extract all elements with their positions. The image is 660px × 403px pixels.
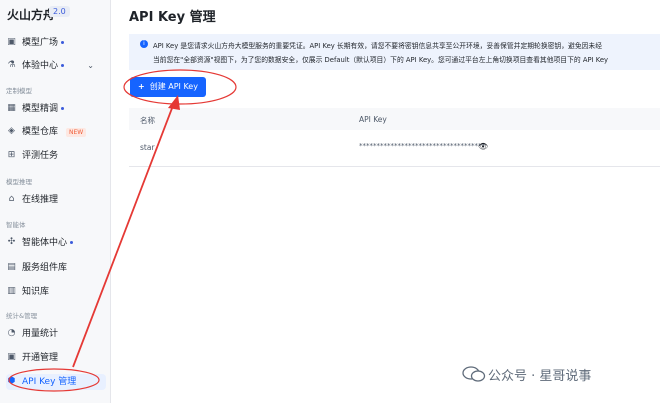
usage-icon: ◔	[7, 328, 16, 338]
eye-icon[interactable]: 👁	[478, 142, 488, 151]
sidebar-item-label: API Key 管理	[22, 377, 77, 387]
section-label: 模型推理	[6, 178, 32, 186]
tune-icon: ▦	[7, 103, 16, 113]
sidebar-item-knowledge[interactable]: ▥ 知识库	[6, 284, 106, 300]
sidebar-item-agent-center[interactable]: ✣ 智能体中心	[6, 235, 106, 251]
cell-api-key-masked: ************************************	[359, 142, 485, 150]
page-title: API Key 管理	[129, 10, 216, 25]
new-badge: NEW	[66, 128, 87, 137]
section-label: 统计&管理	[6, 312, 38, 320]
sidebar-item-online-inference[interactable]: ⌂ 在线推理	[6, 192, 106, 208]
table-row: star ***********************************…	[129, 130, 660, 167]
evaluate-icon: ⊞	[7, 150, 16, 160]
sidebar: 火山方舟 2.0 ▣ 模型广场 ⚗ 体验中心 ⌄ 定制模型 ▦ 模型精调 ◈ 模…	[0, 0, 111, 403]
cube-icon: ▣	[7, 37, 16, 47]
agent-icon: ✣	[7, 237, 16, 247]
notice-text-line1: API Key 是您请求火山方舟大模型服务的重要凭证。API Key 长期有效，…	[153, 42, 603, 50]
brand-name[interactable]: 火山方舟	[7, 6, 55, 23]
knowledge-icon: ▥	[7, 286, 16, 296]
sidebar-item-label: 模型广场	[22, 38, 59, 48]
sidebar-item-label: 模型仓库	[22, 127, 59, 137]
activation-icon: ▣	[7, 352, 16, 362]
key-icon: ⬢	[7, 376, 16, 386]
create-api-key-label: 创建 API Key	[149, 82, 198, 91]
sidebar-item-model-square[interactable]: ▣ 模型广场	[6, 35, 106, 51]
sidebar-item-api-key[interactable]: ⬢ API Key 管理	[6, 374, 106, 390]
wechat-icon	[462, 366, 486, 382]
flask-icon: ⚗	[7, 60, 16, 70]
inference-icon: ⌂	[8, 194, 15, 204]
create-api-key-button[interactable]: + 创建 API Key	[130, 77, 206, 97]
dot-indicator	[61, 64, 65, 67]
sidebar-item-label: 服务组件库	[22, 263, 68, 273]
notice-text-line2: 当前您在"全部资源"视图下，为了您的数据安全，仅展示 Default（默认项目）…	[153, 56, 609, 64]
sidebar-item-components[interactable]: ▤ 服务组件库	[6, 260, 106, 276]
sidebar-item-experience[interactable]: ⚗ 体验中心 ⌄	[6, 58, 106, 74]
dot-indicator	[70, 241, 74, 244]
column-header-name: 名称	[140, 116, 155, 125]
sidebar-item-activation[interactable]: ▣ 开通管理	[6, 350, 106, 366]
column-header-api-key: API Key	[359, 115, 387, 124]
version-badge: 2.0	[49, 6, 70, 17]
section-label: 定制模型	[6, 87, 32, 95]
sidebar-item-label: 体验中心	[22, 61, 59, 71]
section-label: 智能体	[6, 221, 26, 229]
sidebar-item-evaluation[interactable]: ⊞ 评测任务	[6, 148, 106, 164]
sidebar-item-label: 知识库	[22, 287, 50, 297]
sidebar-item-label: 模型精调	[22, 104, 59, 114]
info-notice: i API Key 是您请求火山方舟大模型服务的重要凭证。API Key 长期有…	[129, 34, 660, 70]
repo-icon: ◈	[8, 126, 15, 136]
sidebar-item-label: 用量统计	[22, 329, 59, 339]
info-icon: i	[140, 40, 148, 48]
components-icon: ▤	[7, 262, 16, 272]
plus-icon: +	[138, 82, 145, 91]
sidebar-item-usage[interactable]: ◔ 用量统计	[6, 326, 106, 342]
dot-indicator	[61, 41, 65, 44]
sidebar-item-fine-tune[interactable]: ▦ 模型精调	[6, 101, 106, 117]
sidebar-item-label: 智能体中心	[22, 238, 68, 248]
sidebar-item-model-repo[interactable]: ◈ 模型仓库 NEW	[6, 124, 106, 140]
watermark-text: 公众号 · 星哥说事	[488, 369, 592, 384]
dot-indicator	[61, 107, 65, 110]
table-header: 名称 API Key	[129, 108, 660, 130]
sidebar-item-label: 开通管理	[22, 353, 59, 363]
cell-name: star	[140, 143, 155, 152]
chevron-down-icon[interactable]: ⌄	[87, 58, 94, 74]
sidebar-item-label: 评测任务	[22, 151, 59, 161]
sidebar-item-label: 在线推理	[22, 195, 59, 205]
main-content: API Key 管理 i API Key 是您请求火山方舟大模型服务的重要凭证。…	[111, 0, 660, 403]
